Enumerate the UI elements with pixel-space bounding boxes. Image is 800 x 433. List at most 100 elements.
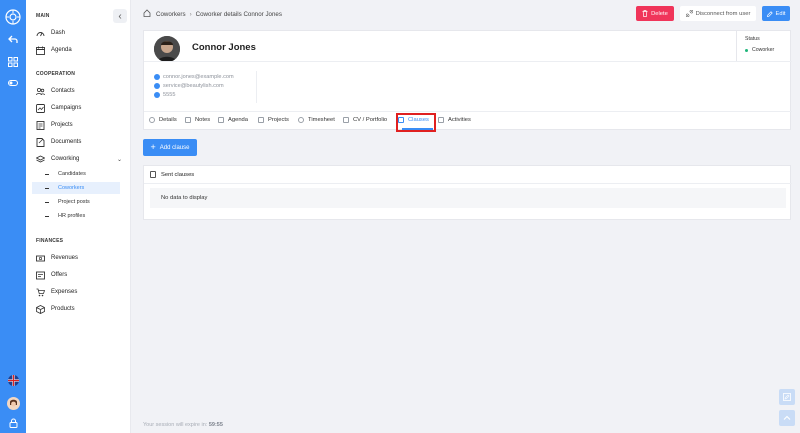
delete-button[interactable]: Delete [636, 6, 674, 21]
sidebar-item-dash[interactable]: Dash [36, 27, 128, 39]
sidebar: MAIN Dash Agenda COOPERATION Contacts Ca… [26, 0, 131, 433]
tab-timesheet[interactable]: Timesheet [298, 115, 335, 125]
toggle-icon[interactable] [0, 77, 26, 89]
sidebar-item-label: Offers [51, 272, 68, 278]
sidebar-item-label: Agenda [51, 47, 72, 53]
email-icon [154, 73, 160, 80]
contact-email[interactable]: connor.jones@example.com [154, 72, 234, 81]
sidebar-collapse-button[interactable]: ‹ [113, 9, 127, 23]
plus-icon: + [150, 142, 156, 152]
sidebar-item-products[interactable]: Products [36, 303, 128, 315]
sidebar-subitem-hr-profiles[interactable]: HR profiles [32, 210, 120, 222]
sidebar-item-expenses[interactable]: Expenses [36, 286, 128, 298]
section-title-cooperation: COOPERATION [36, 71, 76, 77]
session-timer: Your session will expire in: 59:55 [143, 422, 223, 428]
box-icon [36, 304, 45, 314]
status-badge: Coworker [745, 47, 774, 53]
calendar-icon [218, 117, 224, 123]
sidebar-item-label: Expenses [51, 289, 78, 295]
sidebar-item-revenues[interactable]: Revenues [36, 252, 128, 264]
profile-card: Connor Jones Status Coworker connor.jone… [143, 30, 792, 132]
sidebar-item-agenda[interactable]: Agenda [36, 44, 128, 56]
disconnect-button[interactable]: Disconnect from user [680, 6, 756, 21]
sidebar-item-campaigns[interactable]: Campaigns [36, 102, 128, 114]
cart-icon [36, 288, 45, 297]
profile-avatar [154, 36, 180, 62]
home-icon[interactable] [143, 9, 151, 19]
tab-details[interactable]: Details [149, 115, 177, 125]
section-title-finances: FINANCES [36, 238, 64, 244]
status-dot-icon [745, 48, 748, 52]
tab-notes[interactable]: Notes [185, 115, 210, 125]
projects-icon [36, 120, 45, 130]
sidebar-item-label: Products [51, 306, 75, 312]
contact-phone[interactable]: 5555 [154, 90, 175, 99]
tab-cv-portfolio[interactable]: CV / Portfolio [343, 115, 387, 125]
profile-name: Connor Jones [192, 42, 256, 53]
clauses-tab-highlight [396, 113, 436, 132]
offers-icon [36, 271, 45, 280]
sidebar-item-projects[interactable]: Projects [36, 119, 128, 131]
sidebar-item-label: Revenues [51, 255, 79, 261]
sidebar-item-label: Dash [51, 30, 66, 36]
campaigns-icon [36, 103, 45, 113]
phone-icon [154, 91, 160, 98]
uk-flag-icon[interactable] [0, 374, 26, 386]
sent-clauses-title: Sent clauses [150, 171, 194, 178]
notes-icon [185, 117, 191, 123]
chevron-down-icon: ⌄ [116, 156, 122, 163]
portfolio-icon [343, 117, 349, 123]
calendar-icon [36, 46, 45, 55]
app-rail [0, 0, 26, 433]
notes-float-button[interactable] [779, 389, 795, 405]
sidebar-item-label: Coworking [51, 156, 80, 162]
revenues-icon [36, 254, 45, 263]
sidebar-item-label: Projects [51, 122, 73, 128]
documents-icon [36, 137, 45, 147]
sidebar-item-coworking[interactable]: Coworking ⌄ [36, 153, 128, 165]
trash-icon [642, 10, 648, 17]
sidebar-item-documents[interactable]: Documents [36, 136, 128, 148]
sidebar-subitem-coworkers[interactable]: Coworkers [32, 182, 120, 194]
undo-icon[interactable] [0, 33, 26, 45]
activities-icon [438, 117, 444, 123]
user-avatar[interactable] [0, 396, 26, 410]
breadcrumb-separator: › [189, 10, 192, 18]
grid-icon[interactable] [0, 56, 26, 68]
layers-icon [36, 155, 45, 164]
sidebar-item-label: Documents [51, 139, 82, 145]
unlink-icon [685, 10, 693, 17]
scroll-top-button[interactable] [779, 410, 795, 426]
status-box: Status Coworker [736, 31, 792, 61]
pencil-icon [766, 10, 773, 17]
breadcrumb-root[interactable]: Coworkers [156, 11, 186, 18]
projects-icon [258, 117, 264, 123]
info-icon [149, 117, 155, 123]
clock-icon [298, 117, 304, 123]
contacts-icon [36, 87, 45, 96]
logo-icon[interactable] [0, 8, 26, 26]
email-icon [154, 82, 160, 89]
tab-activities[interactable]: Activities [438, 115, 471, 125]
document-icon [150, 171, 156, 178]
sidebar-item-offers[interactable]: Offers [36, 269, 128, 281]
tab-projects[interactable]: Projects [258, 115, 289, 125]
gauge-icon [36, 29, 45, 38]
lock-icon[interactable] [0, 417, 26, 429]
add-clause-button[interactable]: + Add clause [143, 139, 197, 156]
sidebar-subitem-candidates[interactable]: Candidates [32, 168, 120, 180]
status-label: Status [745, 36, 760, 42]
section-title-main: MAIN [36, 13, 50, 19]
sidebar-subitem-project-posts[interactable]: Project posts [32, 196, 120, 208]
contact-email-secondary[interactable]: service@beautylish.com [154, 81, 224, 90]
sidebar-item-label: Campaigns [51, 105, 82, 111]
edit-note-icon [783, 393, 791, 401]
edit-button[interactable]: Edit [762, 6, 790, 21]
breadcrumb: Coworkers › Coworker details Connor Jone… [143, 9, 282, 19]
empty-state: No data to display [150, 188, 786, 208]
chevron-up-icon [783, 415, 791, 420]
breadcrumb-current: Coworker details Connor Jones [195, 10, 282, 18]
tab-agenda[interactable]: Agenda [218, 115, 248, 125]
sidebar-item-contacts[interactable]: Contacts [36, 85, 128, 97]
sent-clauses-panel: Sent clauses No data to display [143, 165, 792, 220]
